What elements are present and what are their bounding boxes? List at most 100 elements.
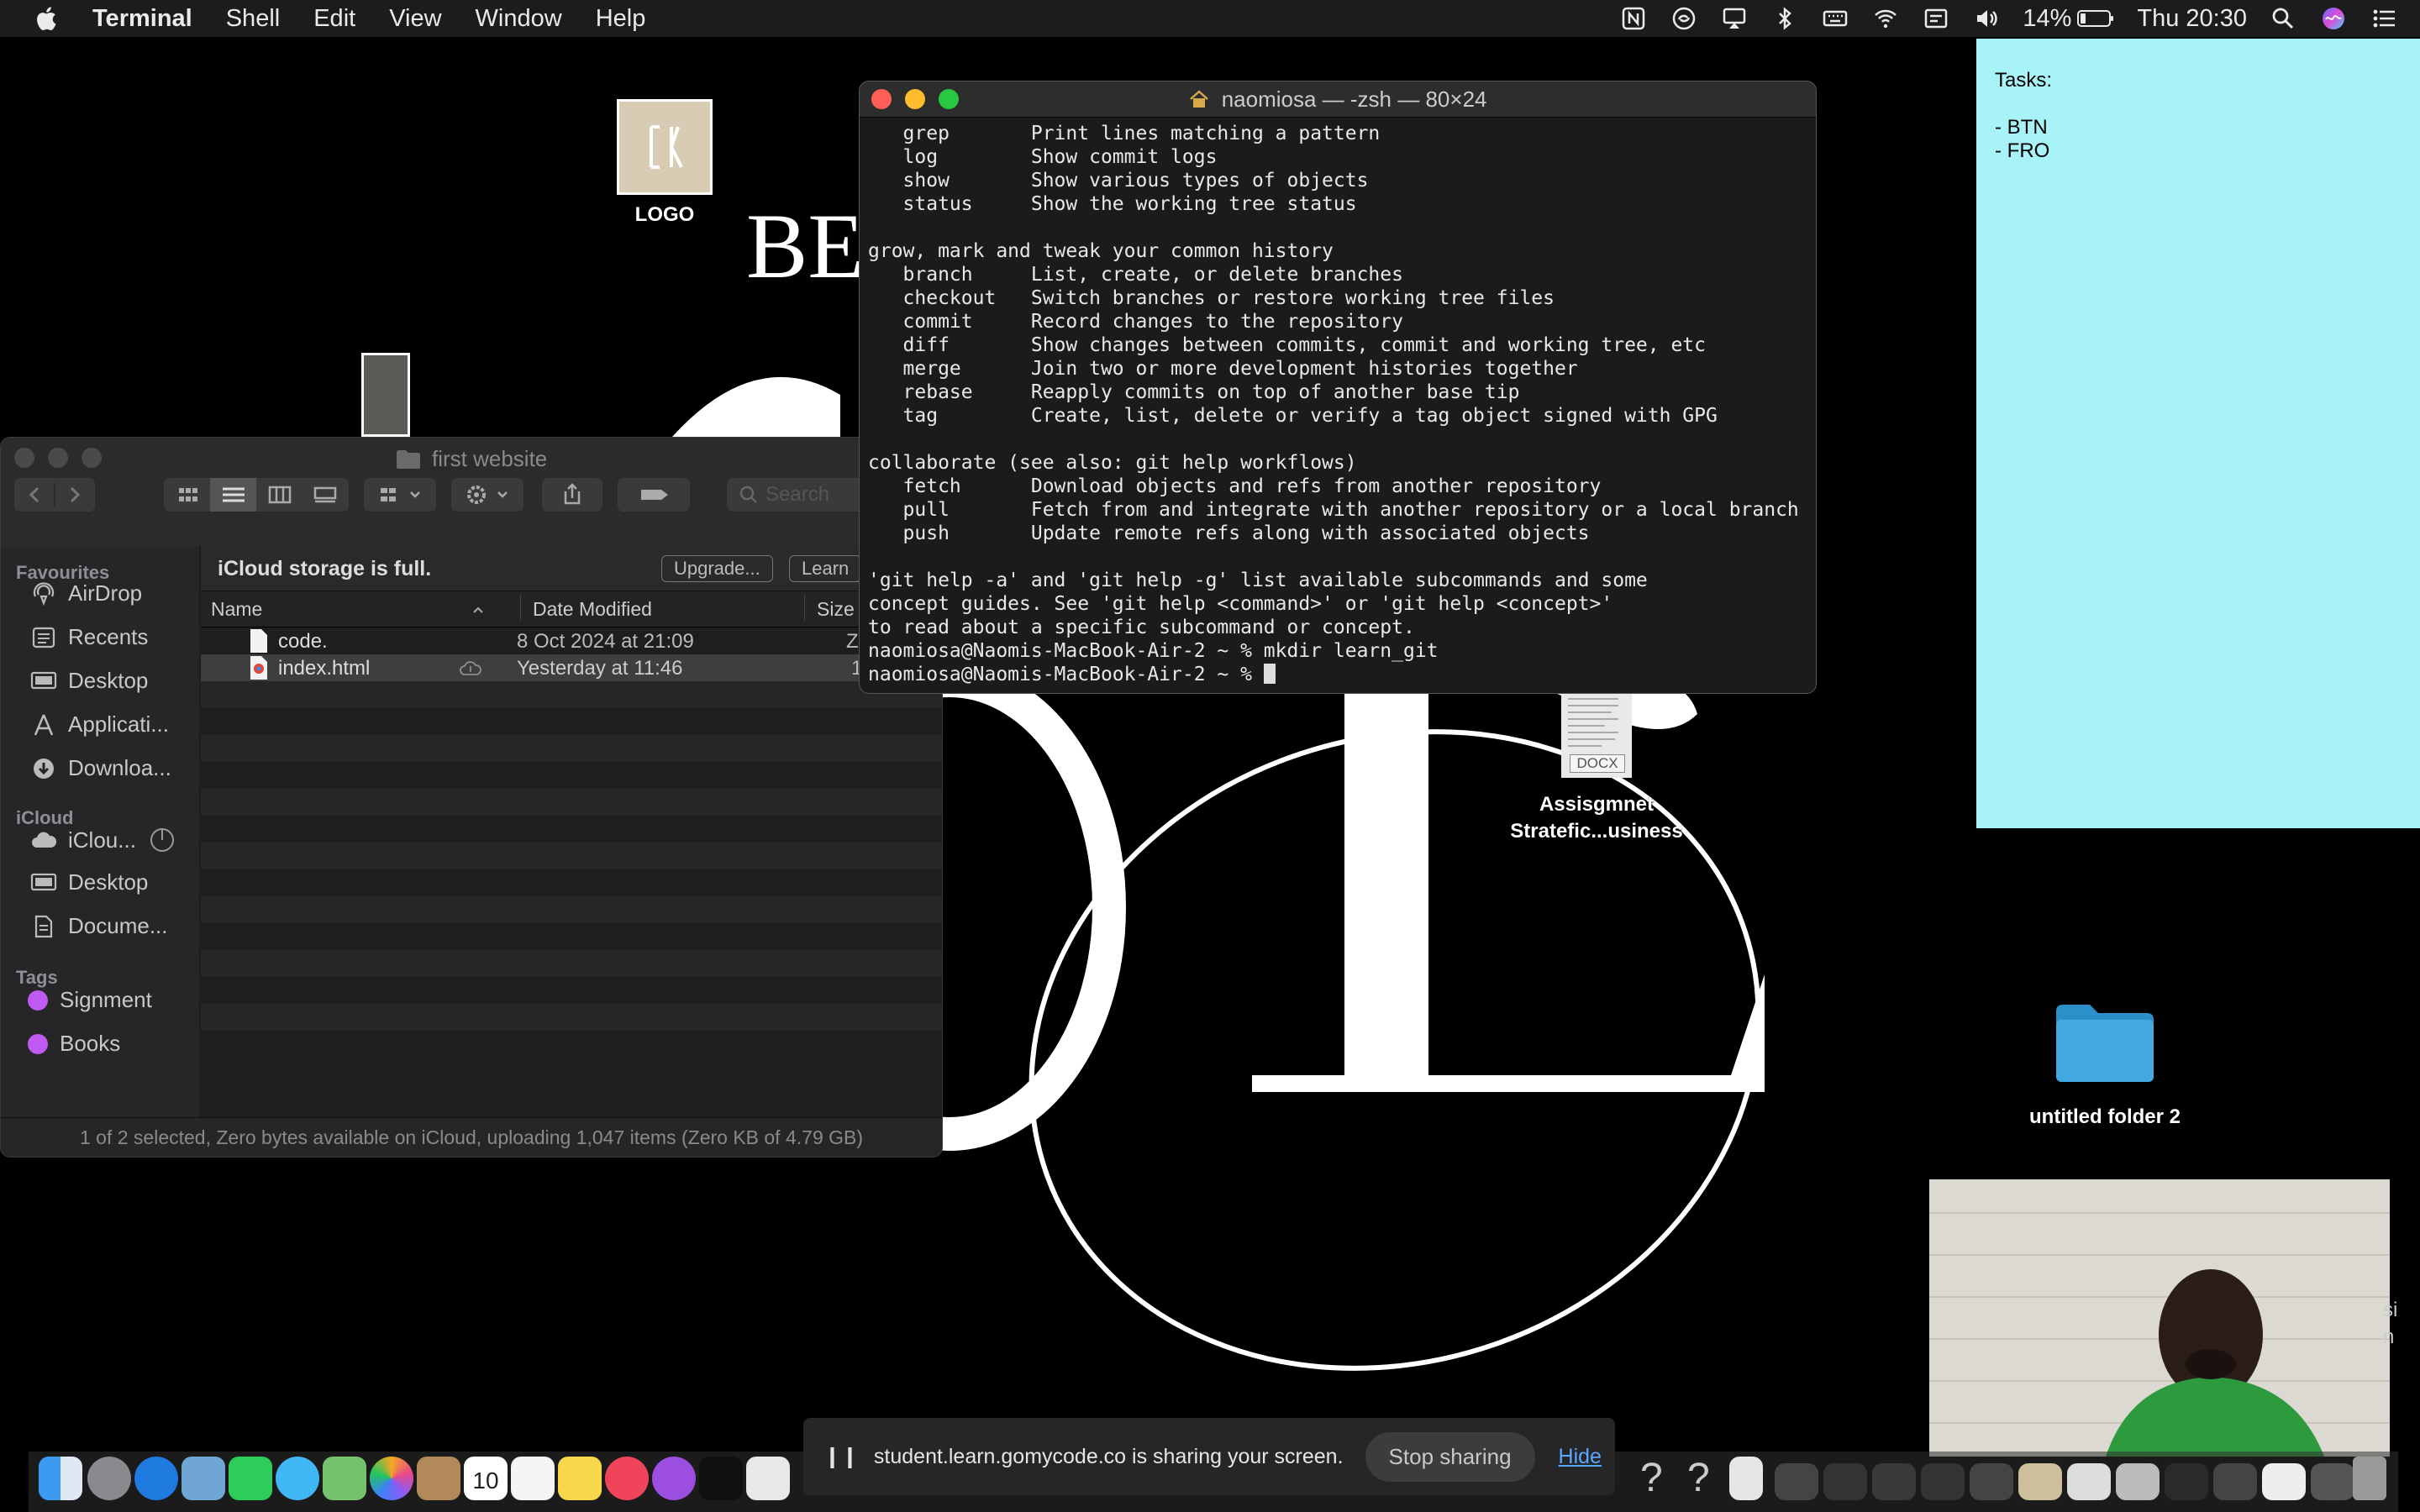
sticky-note[interactable]: Tasks: - BTN - FRO (1976, 39, 2420, 828)
sidebar-item-label: Desktop (68, 668, 149, 693)
sidebar-item-downloads[interactable]: Downloa... (29, 755, 171, 781)
dock-window-thumbnail[interactable] (2165, 1463, 2208, 1500)
share-message: student.learn.gomycode.co is sharing you… (873, 1444, 1344, 1468)
dock-reminders-icon[interactable] (511, 1457, 555, 1500)
dock-podcasts-icon[interactable] (652, 1457, 696, 1500)
dock-window-thumbnail[interactable] (1921, 1463, 1965, 1500)
sidebar-item-icloud-desktop[interactable]: Desktop (29, 869, 148, 895)
learn-button[interactable]: Learn (789, 555, 862, 582)
menu-view[interactable]: View (389, 5, 441, 33)
sidebar-item-recents[interactable]: Recents (29, 624, 148, 650)
dock-maps-icon[interactable] (323, 1457, 366, 1500)
view-mode-selector[interactable] (164, 478, 349, 512)
upgrade-button[interactable]: Upgrade... (661, 555, 773, 582)
group-button[interactable] (364, 478, 436, 512)
dock-window-thumbnail[interactable] (1775, 1463, 1818, 1500)
dock-unknown-app-icon[interactable]: ? (1687, 1455, 1710, 1501)
apple-icon[interactable] (32, 3, 62, 34)
dock-window-thumbnail[interactable] (2213, 1463, 2257, 1500)
input-source-icon[interactable] (1922, 6, 1950, 31)
documents-icon (34, 915, 53, 937)
sidebar-item-icloud-drive[interactable]: iClou... (29, 826, 176, 854)
dock-window-thumbnail[interactable] (2067, 1463, 2111, 1500)
bluetooth-icon[interactable] (1770, 6, 1799, 31)
sticky-heading: Tasks: (1995, 69, 2053, 92)
sidebar-tag-books[interactable]: Books (21, 1031, 120, 1057)
share-button[interactable] (542, 478, 602, 512)
spotlight-search-icon[interactable] (2269, 6, 2297, 31)
desktop-item-folder[interactable]: untitled folder 2 (2000, 1000, 2210, 1131)
dock-calendar-icon[interactable]: 10 (464, 1457, 508, 1500)
desktop-item-logo[interactable]: LOGO (615, 99, 714, 228)
column-header-date[interactable]: Date Modified (520, 595, 652, 621)
dock-window-thumbnail[interactable] (2116, 1463, 2160, 1500)
dock-window-thumbnail[interactable] (1970, 1463, 2013, 1500)
dock-safari-icon[interactable] (134, 1457, 178, 1500)
airplay-icon[interactable] (1720, 6, 1749, 31)
menu-window[interactable]: Window (476, 5, 562, 33)
siri-icon[interactable] (2319, 6, 2348, 31)
sidebar-item-airdrop[interactable]: AirDrop (29, 580, 142, 606)
dock-window-thumbnail[interactable] (2311, 1463, 2354, 1500)
dock-window-thumbnail[interactable] (2262, 1463, 2306, 1500)
partial-desktop-item[interactable] (361, 353, 410, 437)
menu-shell[interactable]: Shell (226, 5, 281, 33)
dock-finder-icon[interactable] (39, 1457, 82, 1500)
menu-help[interactable]: Help (596, 5, 646, 33)
sidebar-tag-signment[interactable]: Signment (21, 987, 152, 1013)
dock-pages-icon[interactable] (746, 1457, 790, 1500)
recents-icon (32, 627, 55, 648)
dock-document-icon[interactable] (1729, 1457, 1763, 1500)
sidebar-item-documents[interactable]: Docume... (29, 913, 168, 939)
sync-icon[interactable] (1670, 6, 1698, 31)
dock-unknown-app-icon[interactable]: ? (1640, 1455, 1663, 1501)
terminal-output[interactable]: grep Print lines matching a pattern log … (868, 122, 1799, 686)
view-mode-icons (179, 478, 337, 512)
tag-button[interactable] (618, 478, 690, 512)
downloads-icon (34, 758, 54, 779)
finder-title: first website (1, 446, 942, 472)
finder-window[interactable]: first website Search Favourites AirDrop … (0, 437, 943, 1158)
battery-icon[interactable] (2076, 6, 2115, 31)
keyboard-icon[interactable] (1821, 6, 1849, 31)
dock-notes-icon[interactable] (558, 1457, 602, 1500)
tag-color-dot (28, 1033, 48, 1054)
webcam-preview[interactable] (1929, 1179, 2390, 1457)
dock-tv-icon[interactable] (699, 1457, 743, 1500)
dock-contacts-icon[interactable] (417, 1457, 460, 1500)
terminal-window[interactable]: naomiosa — -zsh — 80×24 grep Print lines… (859, 81, 1817, 694)
file-row-selected[interactable]: index.html Yesterday at 11:46 1 (201, 654, 942, 681)
dock-music-icon[interactable] (605, 1457, 649, 1500)
clock[interactable]: Thu 20:30 (2137, 5, 2247, 33)
notification-center-icon[interactable] (2370, 6, 2398, 31)
action-button[interactable] (451, 478, 523, 512)
wifi-icon[interactable] (1871, 6, 1900, 31)
dock-trash-icon[interactable] (2353, 1457, 2386, 1500)
menu-edit[interactable]: Edit (313, 5, 355, 33)
file-row[interactable]: code. 8 Oct 2024 at 21:09 Z (201, 627, 942, 654)
column-header-name[interactable]: Name (211, 598, 262, 621)
sidebar-item-applications[interactable]: Applicati... (29, 711, 169, 738)
empty-row (201, 735, 942, 762)
volume-icon[interactable] (1972, 6, 2001, 31)
battery-percent[interactable]: 14% (2023, 5, 2071, 33)
dock-photos-icon[interactable] (370, 1457, 413, 1500)
hide-link[interactable]: Hide (1559, 1445, 1602, 1469)
sidebar-item-desktop[interactable]: Desktop (29, 668, 148, 694)
notion-icon[interactable] (1619, 6, 1648, 31)
dock-facetime-icon[interactable] (229, 1457, 272, 1500)
dock-preview-icon[interactable] (182, 1457, 225, 1500)
column-header-size[interactable]: Size (804, 595, 855, 621)
terminal-prompt-line[interactable]: naomiosa@Naomis-MacBook-Air-2 ~ % (868, 663, 1799, 686)
dock-window-thumbnail[interactable] (1823, 1463, 1867, 1500)
pause-icon[interactable]: ❙❙ (823, 1444, 859, 1469)
back-button[interactable] (14, 478, 95, 512)
stop-sharing-button[interactable]: Stop sharing (1365, 1431, 1535, 1482)
dock-window-thumbnail[interactable] (2018, 1463, 2062, 1500)
desktop-item-docx[interactable]: DOCX Assisgmnet Stratefic...usiness (1496, 689, 1697, 845)
tag-color-dot (28, 990, 48, 1011)
menu-app-name[interactable]: Terminal (92, 5, 192, 33)
dock-messages-icon[interactable] (276, 1457, 319, 1500)
dock-launchpad-icon[interactable] (87, 1457, 131, 1500)
dock-window-thumbnail[interactable] (1872, 1463, 1916, 1500)
